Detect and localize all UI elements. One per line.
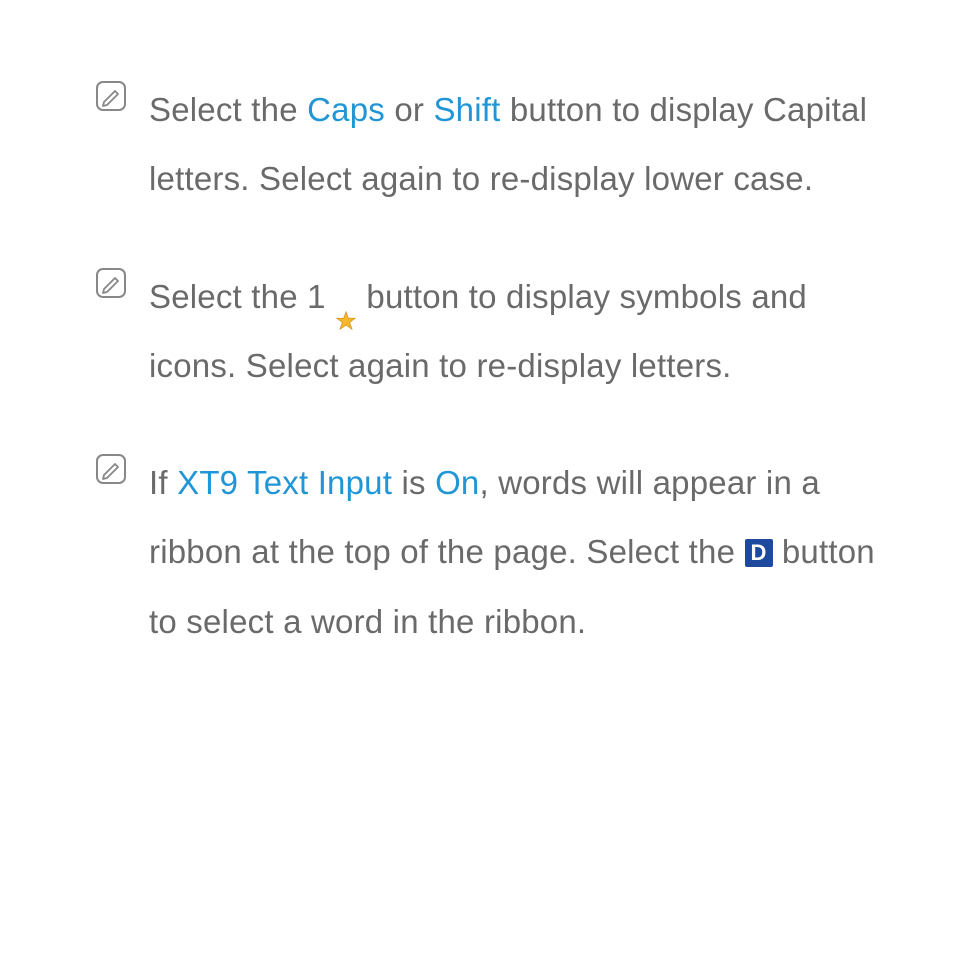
note-text: If XT9 Text Input is On, words will appe… xyxy=(149,448,894,656)
note-icon xyxy=(95,267,127,299)
highlight-caps: Caps xyxy=(307,91,385,128)
text-segment: If xyxy=(149,464,177,501)
highlight-shift: Shift xyxy=(433,91,500,128)
text-segment: Select the 1 xyxy=(149,278,335,315)
note-icon xyxy=(95,453,127,485)
note-item: Select the Caps or Shift button to displ… xyxy=(95,75,894,214)
star-icon xyxy=(335,286,357,308)
text-segment: or xyxy=(385,91,433,128)
d-button-icon: D xyxy=(745,539,773,567)
note-item: Select the 1 button to display symbols a… xyxy=(95,262,894,401)
note-text: Select the 1 button to display symbols a… xyxy=(149,262,894,401)
text-segment: is xyxy=(392,464,435,501)
notes-list: Select the Caps or Shift button to displ… xyxy=(95,75,894,656)
highlight-on: On xyxy=(435,464,479,501)
text-segment: Select the xyxy=(149,91,307,128)
note-text: Select the Caps or Shift button to displ… xyxy=(149,75,894,214)
note-item: If XT9 Text Input is On, words will appe… xyxy=(95,448,894,656)
note-icon xyxy=(95,80,127,112)
highlight-xt9: XT9 Text Input xyxy=(177,464,392,501)
